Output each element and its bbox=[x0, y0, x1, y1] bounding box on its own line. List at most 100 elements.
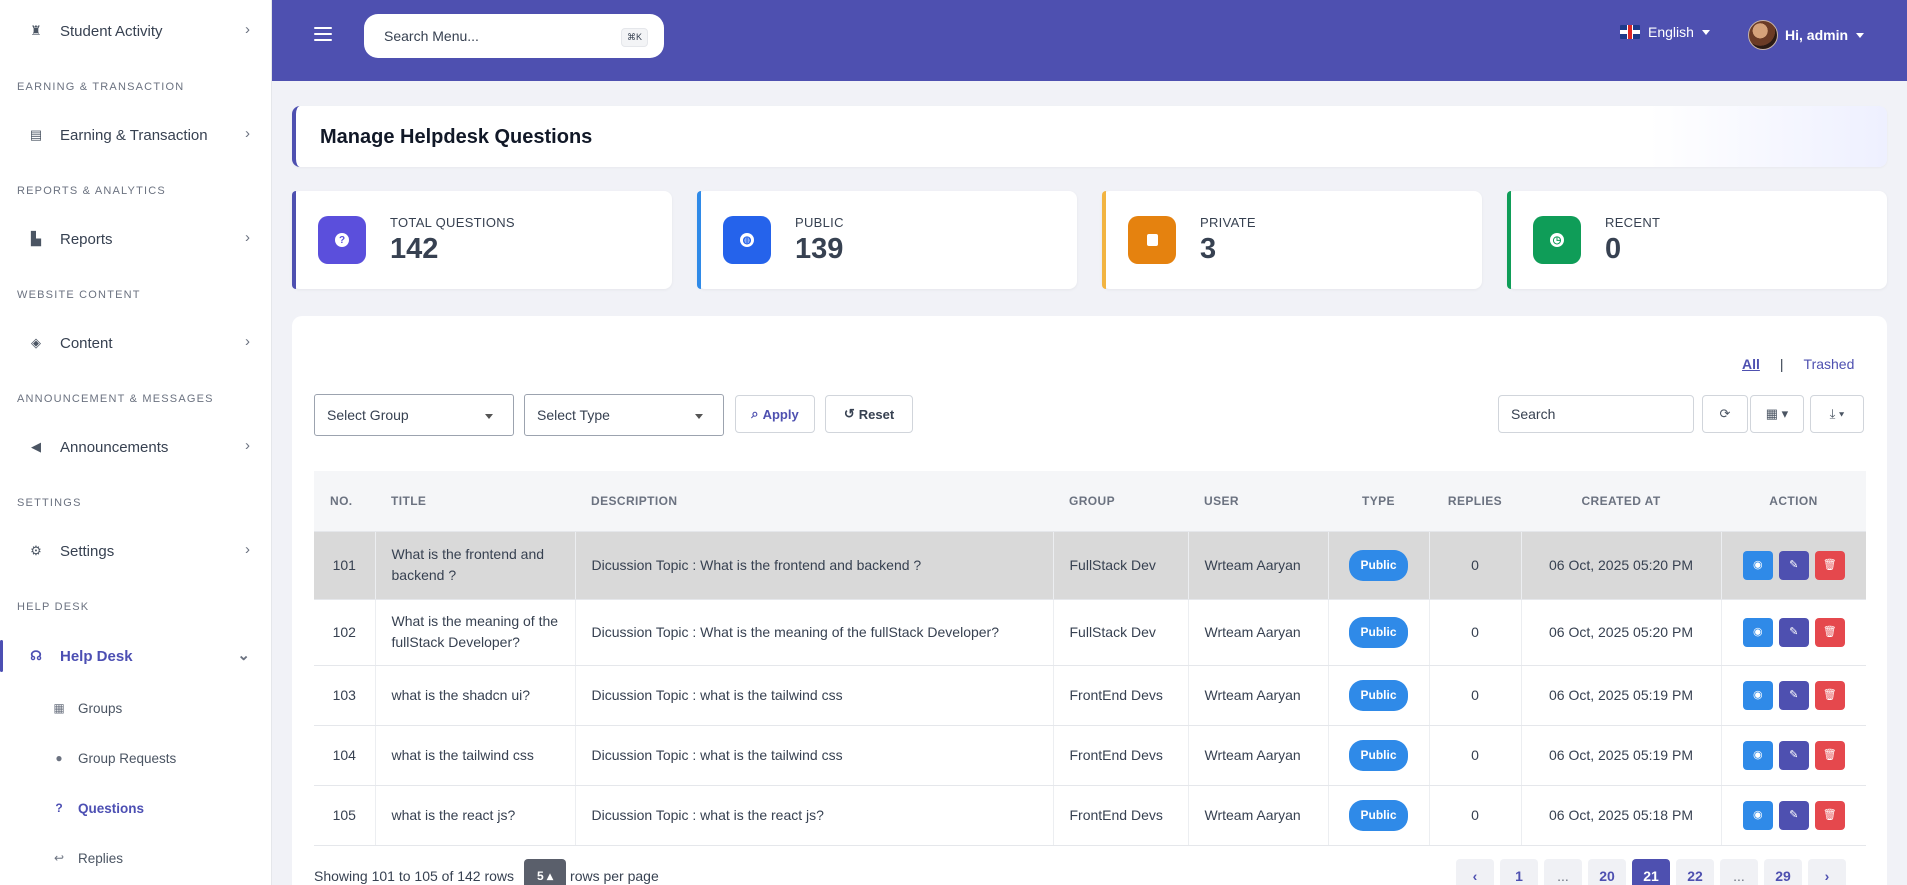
sidebar-item-earning[interactable]: ▤ Earning & Transaction › bbox=[0, 113, 271, 157]
cell-user: Wrteam Aaryan bbox=[1188, 531, 1329, 600]
cell-no: 101 bbox=[314, 531, 376, 600]
cell-replies: 0 bbox=[1429, 725, 1522, 786]
page-next-button[interactable]: › bbox=[1808, 859, 1846, 885]
delete-button[interactable]: 🗑 bbox=[1814, 680, 1845, 710]
page-button[interactable]: 1 bbox=[1500, 859, 1538, 885]
stat-value: 142 bbox=[390, 233, 439, 265]
chevron-right-icon: › bbox=[245, 333, 250, 350]
page-button-current[interactable]: 21 bbox=[1632, 859, 1670, 885]
cell-description: Dicussion Topic : What is the frontend a… bbox=[575, 531, 1054, 600]
columns-toggle-button[interactable]: ▦ ▾ bbox=[1750, 395, 1804, 433]
hamburger-menu-icon[interactable] bbox=[314, 27, 332, 41]
export-button[interactable]: ⤓ ▾ bbox=[1810, 395, 1864, 433]
sidebar-item-content[interactable]: ◈ Content › bbox=[0, 321, 271, 365]
cell-user: Wrteam Aaryan bbox=[1188, 599, 1329, 666]
page-button[interactable]: 29 bbox=[1764, 859, 1802, 885]
cell-actions: ◉ ✎ 🗑 bbox=[1721, 725, 1866, 786]
view-button[interactable]: ◉ bbox=[1742, 550, 1773, 580]
sidebar-subitem-label: Group Requests bbox=[78, 750, 177, 766]
cell-title: what is the tailwind css bbox=[375, 725, 576, 786]
cell-created-at: 06 Oct, 2025 05:19 PM bbox=[1521, 725, 1722, 786]
col-title[interactable]: TITLE bbox=[375, 471, 575, 532]
col-user[interactable]: USER bbox=[1188, 471, 1328, 532]
stat-accent-bar bbox=[1102, 191, 1106, 289]
link-all[interactable]: All bbox=[1742, 356, 1760, 372]
col-created-at[interactable]: CREATED AT bbox=[1521, 471, 1721, 532]
page-button[interactable]: 22 bbox=[1676, 859, 1714, 885]
lock-icon bbox=[1146, 234, 1158, 246]
sidebar-item-student-activity[interactable]: ♜ Student Activity › bbox=[0, 9, 271, 53]
refresh-button[interactable]: ⟳ bbox=[1702, 395, 1748, 433]
link-trashed[interactable]: Trashed bbox=[1804, 356, 1855, 372]
table-row[interactable]: 102 What is the meaning of the fullStack… bbox=[314, 599, 1866, 666]
edit-button[interactable]: ✎ bbox=[1778, 800, 1809, 830]
sidebar-item-help-desk[interactable]: ☊ Help Desk ⌄ bbox=[0, 634, 271, 678]
chevron-right-icon: › bbox=[245, 125, 250, 142]
sidebar-item-settings[interactable]: ⚙ Settings › bbox=[0, 529, 271, 573]
sidebar-item-announcements[interactable]: ◀ Announcements › bbox=[0, 425, 271, 469]
edit-button[interactable]: ✎ bbox=[1778, 680, 1809, 710]
table-search-input[interactable] bbox=[1498, 395, 1694, 433]
table-row[interactable]: 105 what is the react js? Dicussion Topi… bbox=[314, 785, 1866, 846]
stat-label: TOTAL QUESTIONS bbox=[390, 215, 515, 230]
table-row[interactable]: 101 What is the frontend and backend ? D… bbox=[314, 531, 1866, 600]
page-prev-button[interactable]: ‹ bbox=[1456, 859, 1494, 885]
sidebar-subitem-group-requests[interactable]: ● Group Requests bbox=[0, 740, 271, 776]
cell-user: Wrteam Aaryan bbox=[1188, 665, 1329, 726]
sidebar-section-label: ANNOUNCEMENT & MESSAGES bbox=[17, 393, 214, 405]
sidebar-subitem-replies[interactable]: ↩ Replies bbox=[0, 840, 271, 876]
stat-label: PUBLIC bbox=[795, 215, 844, 230]
col-no[interactable]: NO. bbox=[314, 471, 375, 532]
edit-button[interactable]: ✎ bbox=[1778, 550, 1809, 580]
user-menu[interactable]: Hi, admin bbox=[1748, 20, 1865, 50]
sidebar-subitem-questions[interactable]: ? Questions bbox=[0, 790, 271, 826]
clock-icon: ◷ bbox=[1550, 233, 1564, 247]
view-button[interactable]: ◉ bbox=[1742, 617, 1773, 647]
cell-title: what is the react js? bbox=[375, 785, 576, 846]
download-icon: ⤓ ▾ bbox=[1829, 406, 1845, 421]
reset-button[interactable]: ↺ Reset bbox=[825, 395, 913, 433]
view-button[interactable]: ◉ bbox=[1742, 680, 1773, 710]
delete-button[interactable]: 🗑 bbox=[1814, 617, 1845, 647]
edit-button[interactable]: ✎ bbox=[1778, 617, 1809, 647]
columns-icon: ▦ ▾ bbox=[1765, 406, 1789, 421]
sidebar-subitem-label: Groups bbox=[78, 700, 123, 716]
refresh-icon: ⟳ bbox=[1719, 406, 1731, 421]
layers-icon: ◈ bbox=[31, 335, 41, 350]
delete-button[interactable]: 🗑 bbox=[1814, 800, 1845, 830]
cell-no: 105 bbox=[314, 785, 376, 846]
cell-user: Wrteam Aaryan bbox=[1188, 725, 1329, 786]
sidebar-item-reports[interactable]: ▙ Reports › bbox=[0, 217, 271, 261]
table-row[interactable]: 103 what is the shadcn ui? Dicussion Top… bbox=[314, 665, 1866, 726]
view-button[interactable]: ◉ bbox=[1742, 740, 1773, 770]
select-group-dropdown[interactable]: Select Group bbox=[314, 394, 514, 436]
table-row[interactable]: 104 what is the tailwind css Dicussion T… bbox=[314, 725, 1866, 786]
rows-per-page-select[interactable]: 5 ▴ bbox=[524, 859, 567, 885]
stat-value: 139 bbox=[795, 233, 844, 265]
language-selector[interactable]: English bbox=[1620, 24, 1710, 40]
view-button[interactable]: ◉ bbox=[1742, 800, 1773, 830]
col-group[interactable]: GROUP bbox=[1053, 471, 1188, 532]
menu-search-input[interactable]: Search Menu... ⌘K bbox=[364, 14, 664, 58]
sidebar-subitem-groups[interactable]: ▦ Groups bbox=[0, 690, 271, 726]
page-button[interactable]: 20 bbox=[1588, 859, 1626, 885]
apply-button[interactable]: ⌕ Apply bbox=[735, 395, 815, 433]
caret-down-icon bbox=[695, 414, 703, 419]
col-type[interactable]: TYPE bbox=[1328, 471, 1429, 532]
cell-actions: ◉ ✎ 🗑 bbox=[1721, 531, 1866, 600]
col-description[interactable]: DESCRIPTION bbox=[575, 471, 1053, 532]
chevron-right-icon: › bbox=[245, 229, 250, 246]
cell-title: What is the frontend and backend ? bbox=[375, 531, 576, 600]
cell-type: Public bbox=[1328, 665, 1430, 726]
cell-actions: ◉ ✎ 🗑 bbox=[1721, 665, 1866, 726]
cell-description: Dicussion Topic : what is the tailwind c… bbox=[575, 665, 1054, 726]
edit-button[interactable]: ✎ bbox=[1778, 740, 1809, 770]
delete-button[interactable]: 🗑 bbox=[1814, 740, 1845, 770]
type-badge: Public bbox=[1349, 549, 1408, 581]
showing-text: Showing 101 to 105 of 142 rows bbox=[314, 868, 515, 884]
view-filter-links: All | Trashed bbox=[1742, 356, 1854, 372]
avatar bbox=[1748, 20, 1778, 50]
delete-button[interactable]: 🗑 bbox=[1814, 550, 1845, 580]
col-replies[interactable]: REPLIES bbox=[1429, 471, 1521, 532]
select-type-dropdown[interactable]: Select Type bbox=[524, 394, 724, 436]
